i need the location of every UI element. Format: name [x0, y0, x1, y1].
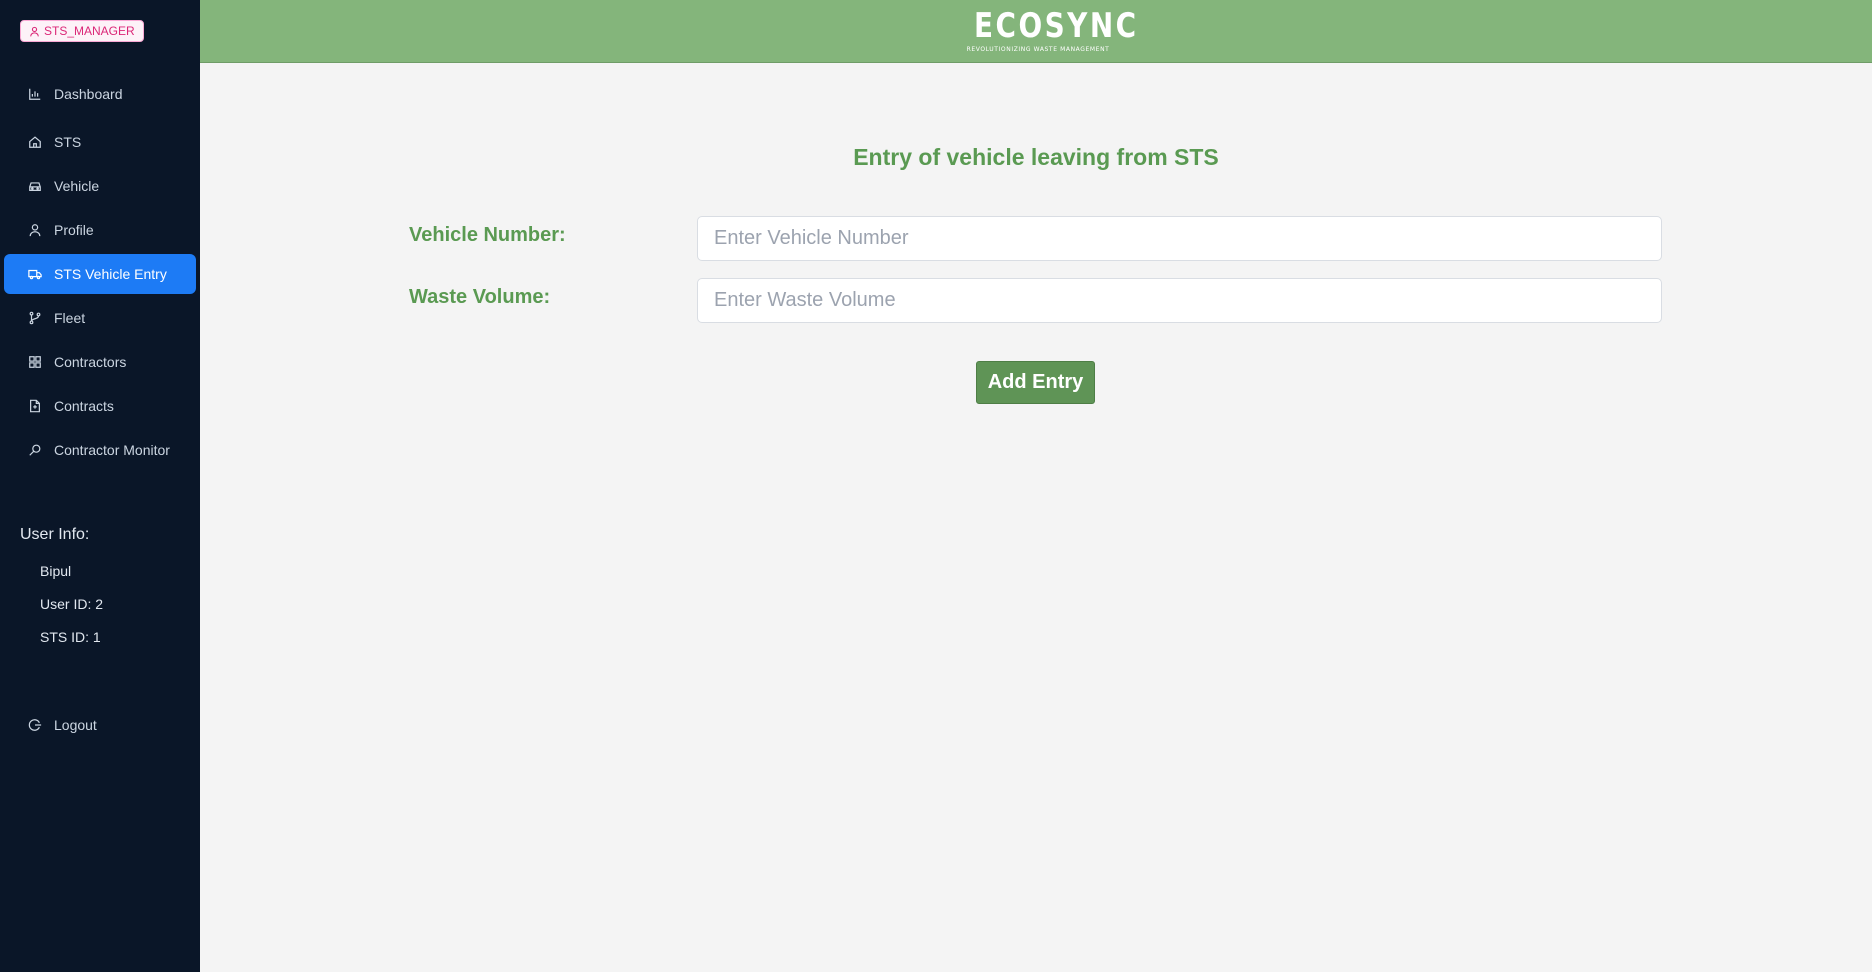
sidebar-item-sts[interactable]: STS — [4, 123, 196, 161]
grid-icon — [29, 356, 41, 368]
sidebar-item-vehicle[interactable]: Vehicle — [4, 167, 196, 205]
main-content: Entry of vehicle leaving from STS Vehicl… — [200, 64, 1872, 972]
sidebar-item-label: Vehicle — [54, 178, 100, 194]
sidebar-item-dashboard[interactable]: Dashboard — [4, 75, 196, 113]
app-root: STS_MANAGER Dashboard STS Vehicle Profil… — [0, 0, 1872, 972]
sts-id: STS ID: 1 — [40, 629, 101, 645]
user-id: User ID: 2 — [40, 596, 104, 612]
sidebar-item-contractor-monitor[interactable]: Contractor Monitor — [4, 431, 196, 469]
user-icon — [29, 224, 41, 237]
vehicle-number-input[interactable] — [697, 216, 1662, 261]
sidebar-item-label: Contractor Monitor — [54, 442, 170, 458]
sidebar: STS_MANAGER Dashboard STS Vehicle Profil… — [0, 0, 200, 972]
sidebar-item-label: Contractors — [54, 354, 127, 370]
home-icon — [29, 136, 41, 148]
user-name: Bipul — [40, 563, 72, 579]
search-icon — [29, 444, 41, 456]
sidebar-item-fleet[interactable]: Fleet — [4, 299, 196, 337]
page-title: Entry of vehicle leaving from STS — [853, 144, 1219, 170]
user-icon — [30, 26, 39, 36]
user-info-title: User Info: — [20, 526, 90, 543]
top-header: ECOSYNC REVOLUTIONIZING WASTE MANAGEMENT — [200, 0, 1872, 63]
waste-volume-input[interactable] — [697, 278, 1662, 323]
sidebar-item-sts-vehicle-entry[interactable]: STS Vehicle Entry — [4, 254, 196, 294]
bar-chart-icon — [29, 88, 41, 100]
branch-icon — [29, 311, 41, 325]
sidebar-item-profile[interactable]: Profile — [4, 211, 196, 249]
sidebar-item-contracts[interactable]: Contracts — [4, 387, 196, 425]
role-badge: STS_MANAGER — [20, 20, 144, 42]
ecosync-logo: ECOSYNC REVOLUTIONIZING WASTE MANAGEMENT — [960, 6, 1139, 58]
waste-volume-label: Waste Volume: — [409, 286, 551, 308]
truck-icon — [28, 269, 42, 280]
logo-wordmark: ECOSYNC — [974, 6, 1139, 46]
logo-tagline: REVOLUTIONIZING WASTE MANAGEMENT — [966, 46, 1110, 53]
add-entry-button[interactable]: Add Entry — [976, 361, 1095, 404]
sidebar-item-label: Profile — [54, 222, 94, 238]
sidebar-item-label: Fleet — [54, 310, 86, 326]
logout-label: Logout — [54, 717, 97, 733]
file-icon — [30, 399, 40, 413]
vehicle-number-label: Vehicle Number: — [409, 224, 566, 246]
role-badge-label: STS_MANAGER — [44, 24, 135, 38]
sidebar-item-label: Contracts — [54, 398, 114, 414]
logout-button[interactable]: Logout — [4, 706, 196, 744]
sidebar-item-contractors[interactable]: Contractors — [4, 343, 196, 381]
sidebar-item-label: STS Vehicle Entry — [54, 266, 167, 282]
car-icon — [29, 182, 41, 191]
logout-icon — [28, 719, 42, 731]
sidebar-item-label: Dashboard — [54, 86, 123, 102]
sidebar-item-label: STS — [54, 134, 82, 150]
